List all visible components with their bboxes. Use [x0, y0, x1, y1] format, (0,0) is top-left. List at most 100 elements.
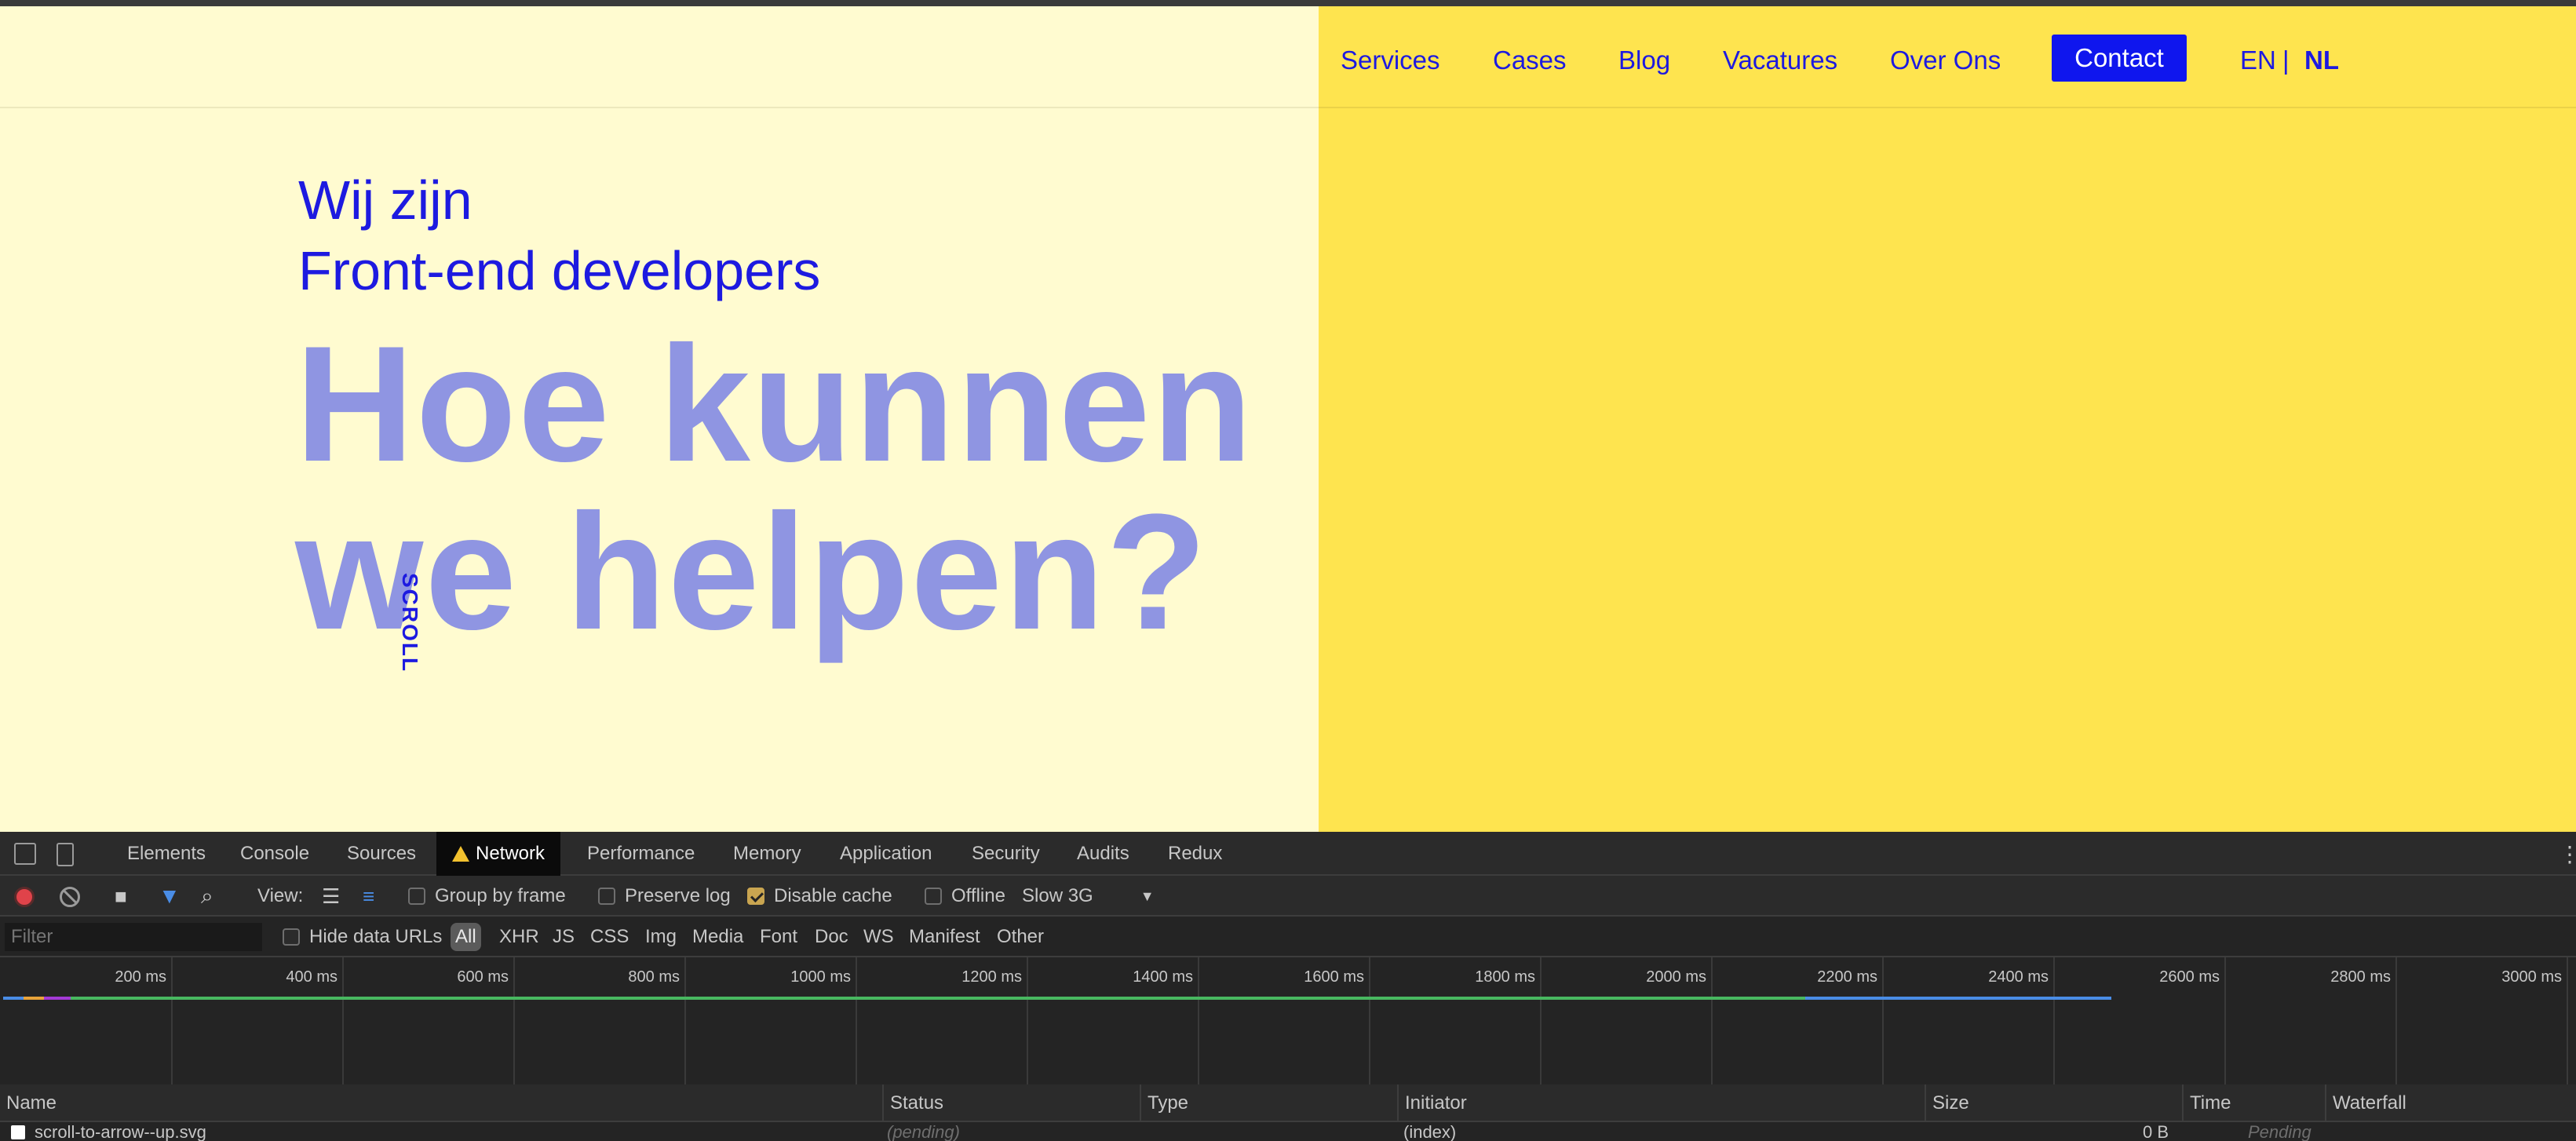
column-header-time[interactable]: Time — [2182, 1084, 2325, 1122]
timeline-tick-label: 1400 ms — [1133, 968, 1193, 986]
timeline-tick-label: 1600 ms — [1304, 968, 1364, 986]
filter-type-css[interactable]: CSS — [586, 923, 633, 951]
filter-type-media[interactable]: Media — [688, 923, 748, 951]
filter-type-manifest[interactable]: Manifest — [904, 923, 985, 951]
tab-audits[interactable]: Audits — [1061, 832, 1145, 876]
filter-type-xhr[interactable]: XHR — [494, 923, 544, 951]
preserve-log-label: Preserve log — [625, 885, 731, 906]
timeline-tick-label: 2200 ms — [1817, 968, 1877, 986]
filter-type-all[interactable]: All — [451, 923, 481, 951]
column-header-initiator[interactable]: Initiator — [1397, 1084, 1925, 1122]
row-status: (pending) — [887, 1122, 960, 1141]
headline-line-1: Hoe kunnen — [295, 312, 1254, 496]
lang-separator: | — [2282, 46, 2290, 75]
scroll-indicator[interactable]: SCROLL — [397, 573, 422, 673]
group-by-frame-option[interactable]: Group by frame — [408, 876, 566, 917]
record-icon[interactable] — [14, 887, 35, 907]
timeline-request-bar — [3, 997, 24, 1000]
tab-elements[interactable]: Elements — [111, 832, 221, 876]
nav-link-cases[interactable]: Cases — [1493, 46, 1567, 75]
inspect-element-icon[interactable] — [14, 843, 36, 865]
throttle-value: Slow 3G — [1022, 885, 1093, 906]
nav-link-blog[interactable]: Blog — [1618, 46, 1670, 75]
tab-memory[interactable]: Memory — [717, 832, 817, 876]
hero-right-panel — [1319, 6, 2576, 832]
preserve-log-option[interactable]: Preserve log — [598, 876, 731, 917]
offline-checkbox[interactable] — [925, 888, 942, 905]
group-by-frame-checkbox[interactable] — [408, 888, 425, 905]
timeline-tick-label: 2600 ms — [2159, 968, 2220, 986]
timeline-tick-label: 200 ms — [115, 968, 166, 986]
website: Services Cases Blog Vacatures Over Ons C… — [0, 6, 2576, 832]
disable-cache-option[interactable]: Disable cache — [747, 876, 892, 917]
chevron-down-icon: ▼ — [1140, 888, 1155, 904]
hide-data-urls-option[interactable]: Hide data URLs — [278, 923, 447, 951]
lang-nl-label: NL — [2304, 46, 2339, 75]
filter-funnel-icon[interactable]: ▼ — [159, 876, 181, 917]
timeline-tick-label: 2800 ms — [2330, 968, 2391, 986]
overview-waterfall-icon[interactable]: ≡ — [363, 876, 374, 917]
network-filter-bar: Hide data URLs All XHR JS CSS Img Media … — [0, 917, 2576, 957]
search-icon[interactable]: ⌕ — [201, 876, 213, 917]
nav-link-vacatures[interactable]: Vacatures — [1723, 46, 1837, 75]
column-header-status[interactable]: Status — [882, 1084, 1140, 1122]
filter-type-other[interactable]: Other — [992, 923, 1049, 951]
timeline-request-bar — [1805, 997, 2111, 1000]
intro-line-2: Front-end developers — [298, 240, 821, 301]
tab-console[interactable]: Console — [224, 832, 325, 876]
column-header-name[interactable]: Name — [0, 1084, 882, 1122]
header-divider — [1319, 107, 2576, 108]
filter-type-js[interactable]: JS — [548, 923, 579, 951]
main-navigation: Services Cases Blog Vacatures Over Ons C… — [1319, 35, 2576, 85]
hide-data-urls-checkbox[interactable] — [283, 928, 300, 946]
warning-icon — [452, 846, 469, 862]
disable-cache-checkbox[interactable] — [747, 888, 764, 905]
hero-intro: Wij zijn Front-end developers — [298, 165, 820, 306]
timeline-tick-label: 1800 ms — [1475, 968, 1535, 986]
screenshot-camera-icon[interactable]: ■ — [115, 876, 127, 917]
column-header-type[interactable]: Type — [1140, 1084, 1397, 1122]
tab-security[interactable]: Security — [956, 832, 1056, 876]
tab-sources[interactable]: Sources — [331, 832, 432, 876]
filter-type-font[interactable]: Font — [755, 923, 802, 951]
preserve-log-checkbox[interactable] — [598, 888, 615, 905]
tab-redux[interactable]: Redux — [1152, 832, 1238, 876]
column-header-size[interactable]: Size — [1925, 1084, 2182, 1122]
clear-icon[interactable] — [60, 887, 80, 907]
more-options-icon[interactable]: ⋮ — [2543, 832, 2576, 876]
devtools-tab-bar: Elements Console Sources Network Perform… — [0, 832, 2576, 876]
timeline-tick-label: 3000 ms — [2501, 968, 2562, 986]
contact-button[interactable]: Contact — [2052, 35, 2187, 82]
nav-link-over-ons[interactable]: Over Ons — [1890, 46, 2001, 75]
hero-headline: Hoe kunnen we helpen? — [295, 320, 1254, 656]
timeline-request-bar — [71, 997, 1805, 1000]
disable-cache-label: Disable cache — [774, 885, 892, 906]
filter-type-ws[interactable]: WS — [859, 923, 899, 951]
row-initiator[interactable]: (index) — [1403, 1122, 1456, 1141]
view-label: View: — [257, 885, 304, 906]
nav-link-services[interactable]: Services — [1341, 46, 1440, 75]
tab-network-label: Network — [476, 843, 545, 864]
tab-performance[interactable]: Performance — [571, 832, 710, 876]
timeline-tick-label: 600 ms — [457, 968, 509, 986]
lang-en-link[interactable]: EN — [2240, 46, 2276, 75]
intro-line-1: Wij zijn — [298, 170, 473, 231]
lang-nl-link[interactable]: NL — [2304, 46, 2339, 75]
throttle-select[interactable]: Slow 3G ▼ — [1022, 876, 1155, 917]
timeline-request-bar — [24, 997, 44, 1000]
filter-type-doc[interactable]: Doc — [810, 923, 853, 951]
timeline-tick-label: 1000 ms — [790, 968, 851, 986]
offline-option[interactable]: Offline — [925, 876, 1005, 917]
large-rows-icon[interactable]: ☰ — [322, 876, 340, 917]
hide-data-urls-label: Hide data URLs — [309, 926, 443, 947]
tab-network[interactable]: Network — [436, 832, 561, 876]
row-name: scroll-to-arrow--up.svg — [35, 1122, 206, 1141]
network-toolbar: ■ ▼ ⌕ View: ☰ ≡ Group by frame Preserve … — [0, 876, 2576, 917]
tab-application[interactable]: Application — [824, 832, 947, 876]
column-header-waterfall[interactable]: Waterfall — [2325, 1084, 2576, 1122]
device-toolbar-icon[interactable] — [57, 843, 74, 866]
table-row[interactable]: scroll-to-arrow--up.svg (pending) (index… — [0, 1122, 2576, 1141]
filter-input[interactable] — [5, 923, 262, 951]
filter-type-img[interactable]: Img — [640, 923, 681, 951]
timeline-tick-label: 400 ms — [286, 968, 338, 986]
